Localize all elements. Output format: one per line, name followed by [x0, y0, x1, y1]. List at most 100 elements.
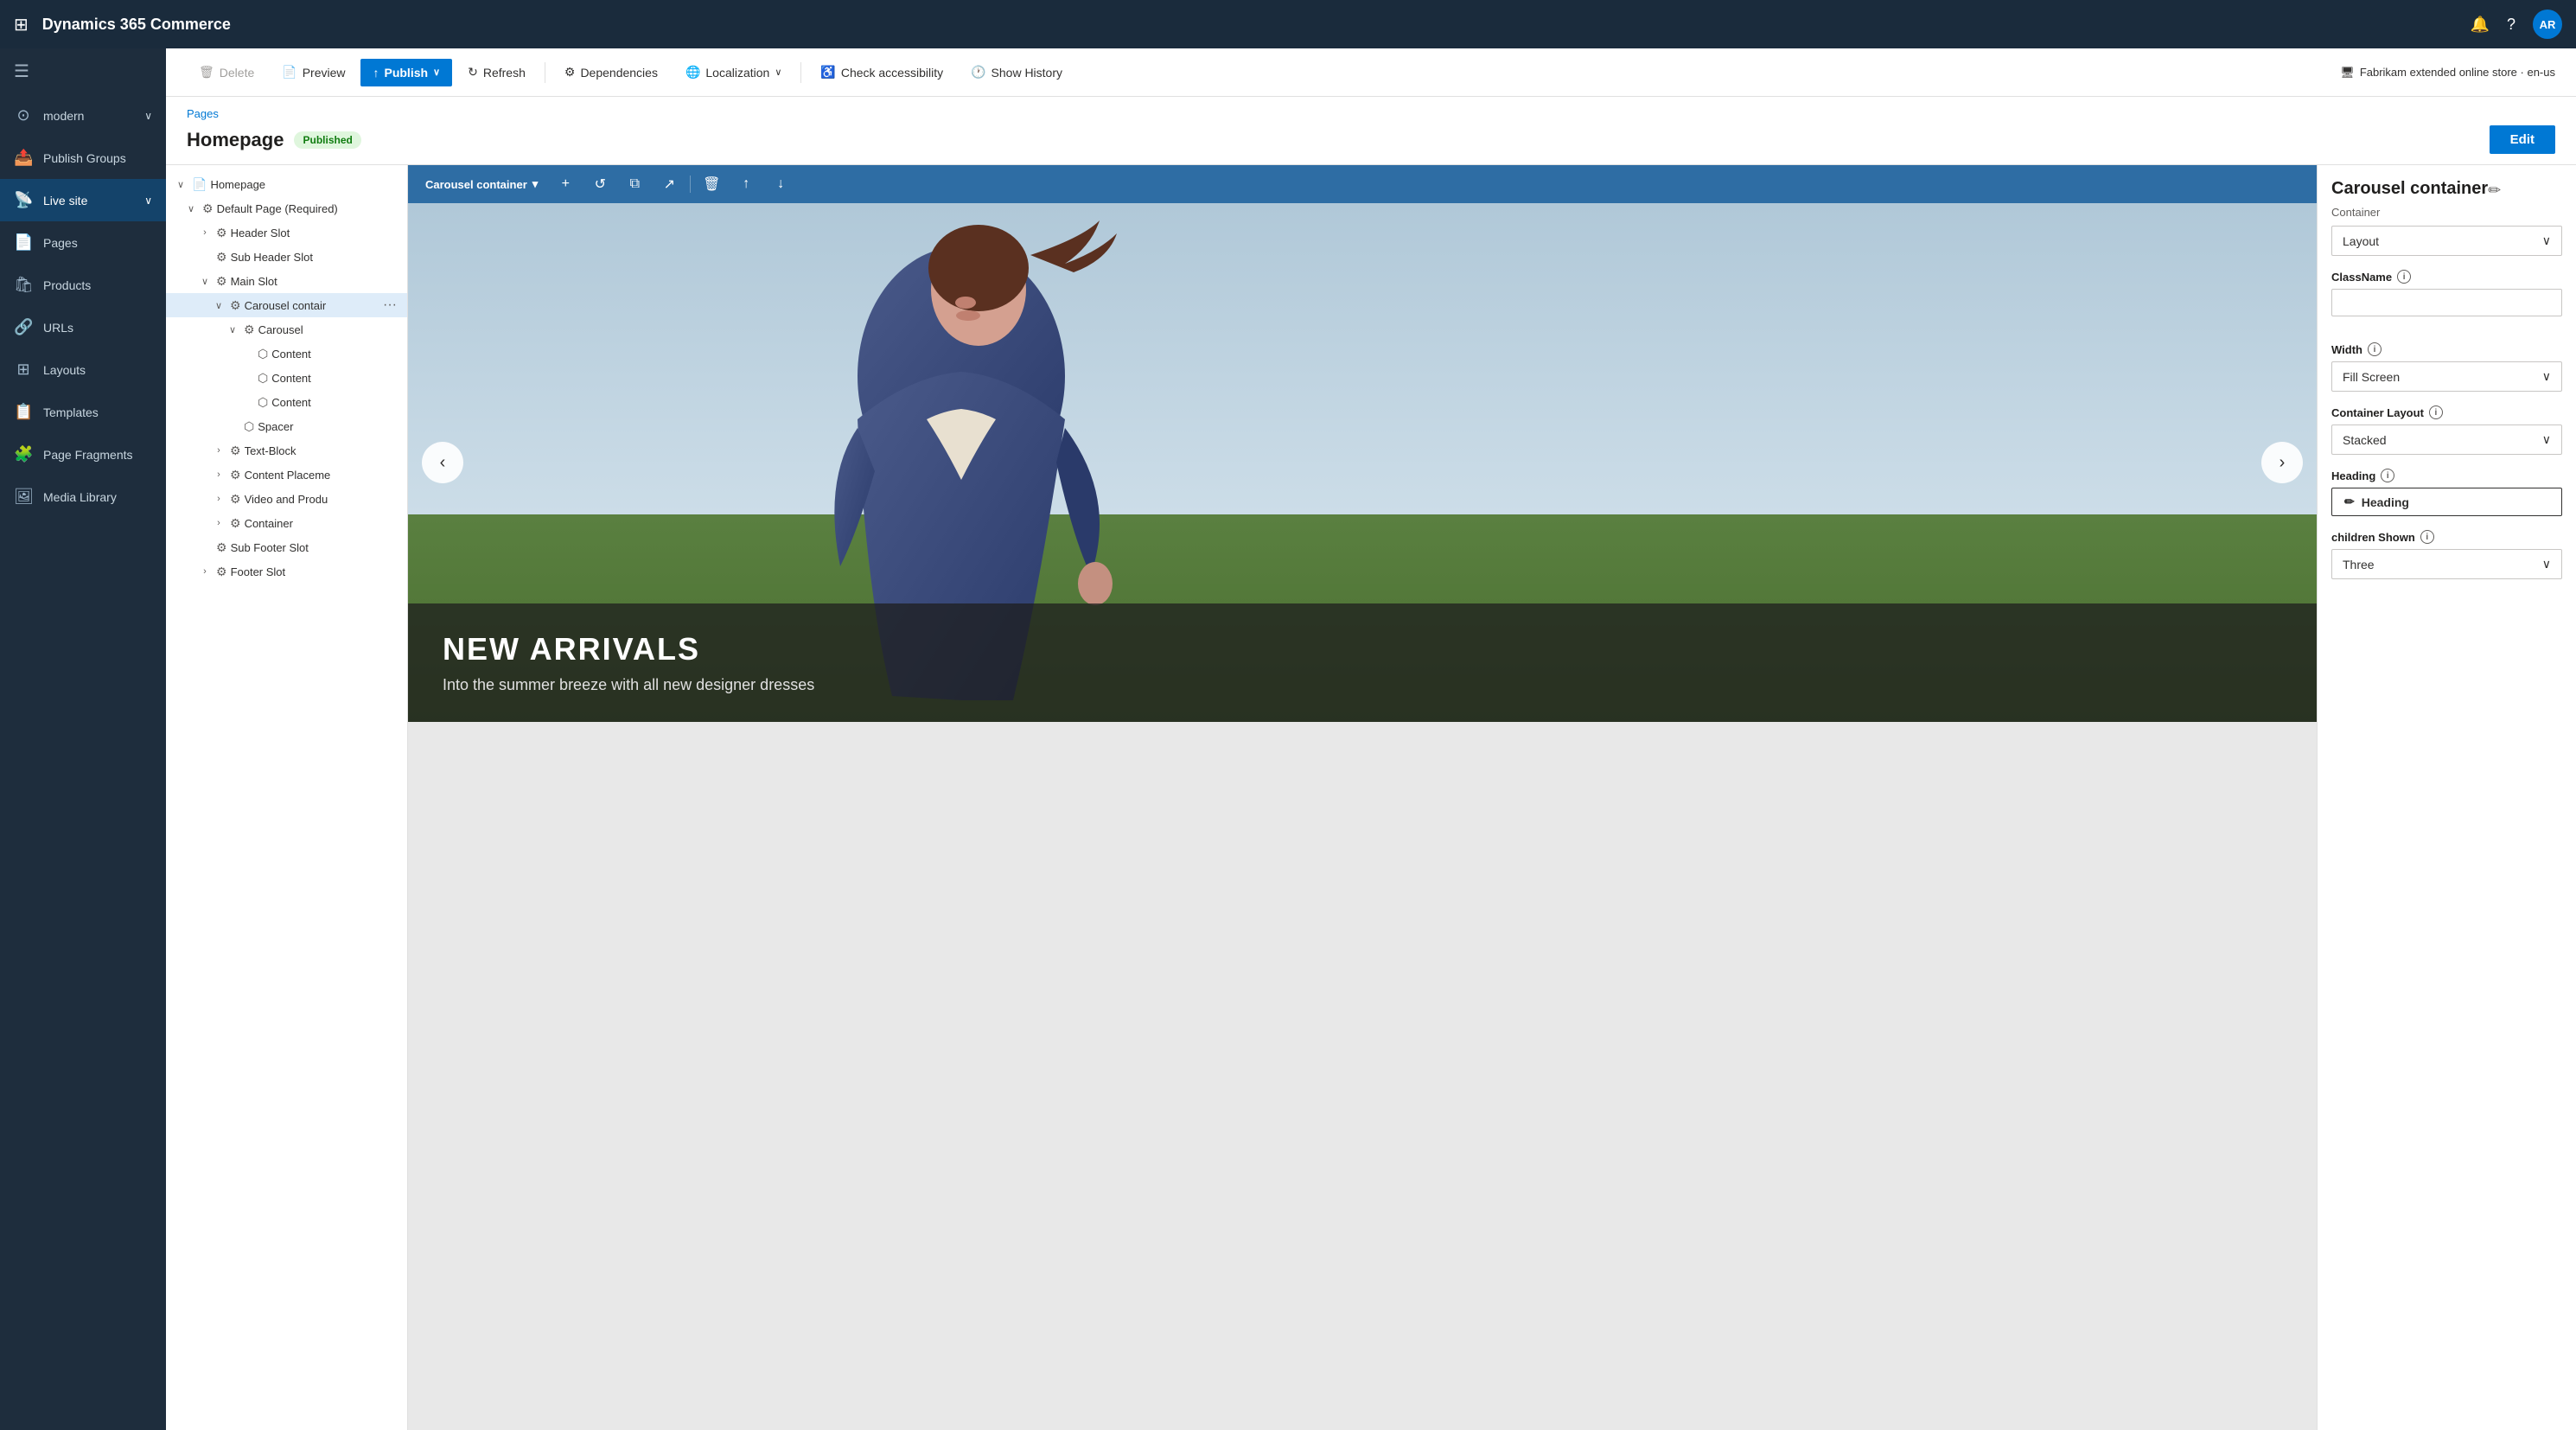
tree-item-footer-slot[interactable]: › ⚙ Footer Slot [166, 559, 407, 584]
tree-item-carousel[interactable]: ∨ ⚙ Carousel [166, 317, 407, 342]
page-title: Homepage [187, 129, 284, 151]
tree-item-video-and-product[interactable]: › ⚙ Video and Produ [166, 487, 407, 511]
delete-button[interactable]: 🗑 Delete [187, 58, 266, 86]
heading-button[interactable]: ✏ Heading [2331, 488, 2562, 516]
sidebar-item-templates[interactable]: 📋 Templates [0, 391, 166, 433]
tree-item-sub-header-slot[interactable]: ⚙ Sub Header Slot [166, 245, 407, 269]
expand-icon-text-block[interactable]: › [211, 443, 226, 458]
avatar[interactable]: AR [2533, 10, 2562, 39]
sidebar-item-live-site[interactable]: 📡 Live site ∨ [0, 179, 166, 221]
duplicate-btn[interactable]: ⧉ [621, 170, 648, 198]
tree-item-header-slot[interactable]: › ⚙ Header Slot [166, 220, 407, 245]
tree-label-footer-slot: Footer Slot [231, 565, 400, 578]
container-layout-info-icon[interactable]: i [2429, 405, 2443, 419]
container-layout-value: Stacked [2343, 433, 2387, 447]
sidebar-item-modern[interactable]: ⊙ modern ∨ [0, 94, 166, 137]
grid-icon[interactable]: ⊞ [14, 14, 29, 35]
sidebar-item-pages[interactable]: 📄 Pages [0, 221, 166, 264]
children-shown-info-icon[interactable]: i [2420, 530, 2434, 544]
dependencies-button[interactable]: ⚙ Dependencies [552, 58, 670, 86]
tree-item-main-slot[interactable]: ∨ ⚙ Main Slot [166, 269, 407, 293]
tree-label-sub-footer-slot: Sub Footer Slot [231, 541, 400, 554]
help-icon[interactable]: ? [2507, 16, 2515, 34]
sidebar-item-publish-groups[interactable]: 📤 Publish Groups [0, 137, 166, 179]
sidebar-item-media-library[interactable]: 🖼 Media Library [0, 476, 166, 518]
expand-icon-main-slot[interactable]: ∨ [197, 273, 213, 289]
tree-item-container[interactable]: › ⚙ Container [166, 511, 407, 535]
tree-label-sub-header-slot: Sub Header Slot [231, 251, 400, 264]
tree-item-spacer[interactable]: ⬡ Spacer [166, 414, 407, 438]
tree-item-content-1[interactable]: ⬡ Content [166, 342, 407, 366]
modern-icon: ⊙ [14, 106, 33, 124]
publish-icon: ↑ [373, 66, 379, 80]
preview-button[interactable]: 📄 Preview [270, 58, 357, 86]
notification-icon[interactable]: 🔔 [2471, 16, 2490, 34]
children-shown-value: Three [2343, 558, 2375, 571]
localization-button[interactable]: 🌐 Localization ∨ [673, 58, 794, 86]
container-layout-label: Container Layout [2331, 406, 2424, 419]
sidebar-item-layouts[interactable]: ⊞ Layouts [0, 348, 166, 391]
expand-icon-video-product[interactable]: › [211, 491, 226, 507]
slot-icon-text-block: ⚙ [230, 444, 241, 458]
tree-item-content-placement[interactable]: › ⚙ Content Placeme [166, 463, 407, 487]
layout-dropdown[interactable]: Layout ∨ [2331, 226, 2562, 256]
store-icon: 🖥 [2340, 66, 2355, 80]
carousel-prev-button[interactable]: ‹ [422, 442, 463, 483]
component-label[interactable]: Carousel container ▾ [418, 177, 545, 191]
class-name-info-icon[interactable]: i [2397, 270, 2411, 284]
expand-icon-container[interactable]: › [211, 515, 226, 531]
width-info-icon[interactable]: i [2368, 342, 2382, 356]
move-down-btn[interactable]: ↓ [767, 170, 794, 198]
refresh-button[interactable]: ↻ Refresh [456, 58, 538, 86]
tree-item-homepage[interactable]: ∨ 📄 Homepage [166, 172, 407, 196]
container-layout-dropdown[interactable]: Stacked ∨ [2331, 425, 2562, 455]
export-btn[interactable]: ↗ [655, 170, 683, 198]
tree-item-text-block[interactable]: › ⚙ Text-Block [166, 438, 407, 463]
breadcrumb[interactable]: Pages [187, 107, 2555, 120]
tree-label-default-page: Default Page (Required) [217, 202, 400, 215]
show-history-button[interactable]: 🕐 Show History [959, 58, 1074, 86]
tree-item-sub-footer-slot[interactable]: ⚙ Sub Footer Slot [166, 535, 407, 559]
expand-icon-carousel-container[interactable]: ∨ [211, 297, 226, 313]
width-dropdown[interactable]: Fill Screen ∨ [2331, 361, 2562, 392]
sidebar-collapse-button[interactable]: ☰ [0, 48, 166, 94]
expand-icon-header-slot[interactable]: › [197, 225, 213, 240]
expand-icon-carousel[interactable]: ∨ [225, 322, 240, 337]
sidebar-item-label-media-library: Media Library [43, 490, 117, 504]
edit-pencil-icon[interactable]: ✏ [2488, 182, 2501, 200]
tree-item-carousel-container[interactable]: ∨ ⚙ Carousel contair ··· [166, 293, 407, 317]
tree-item-default-page[interactable]: ∨ ⚙ Default Page (Required) [166, 196, 407, 220]
layouts-icon: ⊞ [14, 361, 33, 379]
status-badge: Published [294, 131, 360, 149]
class-name-input[interactable] [2331, 289, 2562, 316]
sidebar-item-products[interactable]: 🛍 Products [0, 264, 166, 306]
layout-chevron-icon: ∨ [2542, 233, 2551, 248]
carousel-next-button[interactable]: › [2261, 442, 2303, 483]
heading-pencil-icon: ✏ [2344, 495, 2355, 509]
expand-icon-footer-slot[interactable]: › [197, 564, 213, 579]
edit-button[interactable]: Edit [2490, 125, 2555, 154]
reset-btn[interactable]: ↺ [586, 170, 614, 198]
slot-icon-sub-header: ⚙ [216, 250, 227, 265]
store-info: 🖥 Fabrikam extended online store · en-us [2340, 66, 2555, 80]
sidebar-item-urls[interactable]: 🔗 URLs [0, 306, 166, 348]
more-icon[interactable]: ··· [379, 297, 400, 313]
children-shown-dropdown[interactable]: Three ∨ [2331, 549, 2562, 579]
add-btn[interactable]: + [552, 170, 579, 198]
sidebar-item-page-fragments[interactable]: 🧩 Page Fragments [0, 433, 166, 476]
check-accessibility-button[interactable]: ♿ Check accessibility [808, 58, 955, 86]
templates-icon: 📋 [14, 403, 33, 421]
expand-icon-homepage[interactable]: ∨ [173, 176, 188, 192]
tree-item-content-2[interactable]: ⬡ Content [166, 366, 407, 390]
chevron-down-icon: ∨ [144, 110, 152, 122]
move-up-btn[interactable]: ↑ [732, 170, 760, 198]
preview-component-toolbar: Carousel container ▾ + ↺ ⧉ ↗ 🗑 ↑ ↓ [408, 165, 2317, 203]
slot-icon-carousel-container: ⚙ [230, 298, 241, 313]
width-section: Width i Fill Screen ∨ [2331, 342, 2562, 392]
expand-icon-content-placement[interactable]: › [211, 467, 226, 482]
delete-component-btn[interactable]: 🗑 [698, 170, 725, 198]
tree-item-content-3[interactable]: ⬡ Content [166, 390, 407, 414]
publish-button[interactable]: ↑ Publish ∨ [360, 59, 452, 86]
expand-icon-default-page[interactable]: ∨ [183, 201, 199, 216]
heading-info-icon[interactable]: i [2381, 469, 2394, 482]
